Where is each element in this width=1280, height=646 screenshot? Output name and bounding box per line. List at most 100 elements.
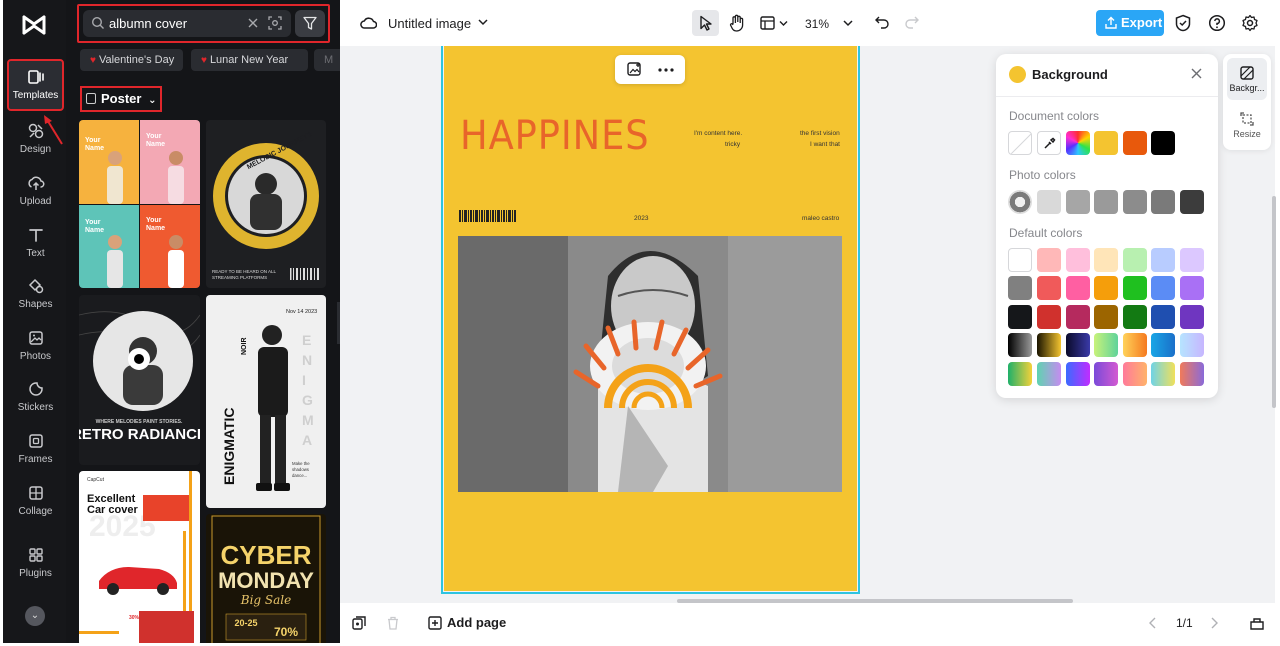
author-text[interactable]: maleo castro — [802, 214, 839, 224]
body-text-4[interactable]: I want that — [810, 140, 840, 150]
swatch-gradient-4[interactable] — [1094, 333, 1118, 357]
chip-more[interactable]: M — [314, 49, 340, 71]
swatch-gradient-7[interactable] — [1180, 333, 1204, 357]
body-text-2[interactable]: tricky — [725, 140, 740, 150]
layout-tool-button[interactable] — [758, 10, 792, 36]
template-thumb-retro-radiance[interactable]: WHERE MELODIES PAINT STORIES. RETRO RADI… — [79, 295, 200, 465]
hand-tool-button[interactable] — [724, 10, 750, 36]
replace-image-icon[interactable] — [627, 62, 642, 77]
swatch-custom-rainbow[interactable] — [1066, 131, 1090, 155]
chevron-down-icon[interactable] — [478, 18, 488, 26]
swatch-default-color[interactable] — [1094, 305, 1118, 329]
swatch-default-color[interactable] — [1008, 276, 1032, 300]
swatch-gradient-1[interactable] — [1008, 333, 1032, 357]
image-search-icon[interactable] — [267, 15, 283, 31]
swatch-default-color[interactable] — [1180, 248, 1204, 272]
swatch-gradient-5[interactable] — [1123, 333, 1147, 357]
swatch-gradient-13[interactable] — [1151, 362, 1175, 386]
settings-gear-icon[interactable] — [1241, 14, 1259, 32]
swatch-default-color[interactable] — [1008, 248, 1032, 272]
body-text-1[interactable]: I'm content here. — [694, 129, 742, 139]
swatch-photo-5[interactable] — [1151, 190, 1175, 214]
more-options-icon[interactable] — [658, 68, 674, 72]
rail-item-upload[interactable]: Upload — [7, 167, 64, 215]
portrait-photo[interactable] — [458, 236, 842, 492]
swatch-gradient-10[interactable] — [1066, 362, 1090, 386]
duplicate-page-icon[interactable] — [352, 616, 366, 630]
rail-item-photos[interactable]: Photos — [7, 322, 64, 370]
cloud-sync-icon[interactable] — [360, 15, 377, 30]
swatch-photo-1[interactable] — [1037, 190, 1061, 214]
swatch-default-color[interactable] — [1180, 305, 1204, 329]
swatch-doc-black[interactable] — [1151, 131, 1175, 155]
filter-button[interactable] — [295, 10, 325, 37]
delete-page-icon[interactable] — [386, 616, 400, 630]
swatch-default-color[interactable] — [1094, 276, 1118, 300]
rail-item-collage[interactable]: Collage — [7, 477, 64, 525]
swatch-default-color[interactable] — [1123, 248, 1147, 272]
template-thumb-melodic-journeys[interactable]: MELODIC JOURNEYS READY TO BE HEARD ON AL… — [206, 120, 326, 288]
swatch-default-color[interactable] — [1008, 305, 1032, 329]
document-title[interactable]: Untitled image — [388, 16, 471, 31]
swatch-gradient-6[interactable] — [1151, 333, 1175, 357]
undo-icon[interactable] — [875, 15, 889, 29]
tab-background[interactable]: Backgr... — [1227, 58, 1267, 100]
swatch-default-color[interactable] — [1151, 305, 1175, 329]
swatch-gradient-8[interactable] — [1008, 362, 1032, 386]
zoom-chevron-icon[interactable] — [843, 19, 853, 27]
swatch-gradient-12[interactable] — [1123, 362, 1147, 386]
rail-item-frames[interactable]: Frames — [7, 425, 64, 473]
swatch-gradient-9[interactable] — [1037, 362, 1061, 386]
search-input[interactable] — [109, 14, 239, 33]
swatch-gradient-3[interactable] — [1066, 333, 1090, 357]
barcode-graphic[interactable] — [459, 210, 517, 222]
help-icon[interactable] — [1208, 14, 1226, 32]
swatch-transparent[interactable] — [1008, 131, 1032, 155]
design-page[interactable]: HAPPINES I'm content here. tricky the fi… — [444, 46, 857, 591]
swatch-default-color[interactable] — [1066, 305, 1090, 329]
tab-resize[interactable]: Resize — [1227, 104, 1267, 146]
swatch-default-color[interactable] — [1037, 305, 1061, 329]
body-text-3[interactable]: the first vision — [800, 129, 840, 139]
vertical-scrollbar[interactable] — [1272, 196, 1276, 408]
swatch-default-color[interactable] — [1123, 305, 1147, 329]
swatch-photo-6[interactable] — [1180, 190, 1204, 214]
swatch-default-color[interactable] — [1066, 248, 1090, 272]
swatch-doc-orange[interactable] — [1123, 131, 1147, 155]
rail-item-text[interactable]: Text — [7, 219, 64, 267]
year-text[interactable]: 2023 — [634, 214, 648, 224]
swatch-default-color[interactable] — [1037, 248, 1061, 272]
export-button[interactable]: Export — [1096, 10, 1164, 36]
prev-page-icon[interactable] — [1146, 616, 1160, 630]
select-tool-button[interactable] — [692, 10, 719, 36]
swatch-photo-4[interactable] — [1123, 190, 1147, 214]
account-menu-button[interactable]: ⌄ — [25, 606, 45, 626]
swatch-default-color[interactable] — [1123, 276, 1147, 300]
swatch-doc-yellow[interactable] — [1094, 131, 1118, 155]
swatch-photo-2[interactable] — [1066, 190, 1090, 214]
swatch-default-color[interactable] — [1066, 276, 1090, 300]
color-picker-button[interactable] — [1037, 131, 1061, 155]
rail-item-stickers[interactable]: Stickers — [7, 373, 64, 421]
rail-item-plugins[interactable]: Plugins — [7, 539, 64, 587]
swatch-default-color[interactable] — [1151, 276, 1175, 300]
chip-valentines[interactable]: ♥ Valentine's Day — [80, 49, 183, 71]
swatch-default-color[interactable] — [1151, 248, 1175, 272]
pages-panel-icon[interactable] — [1250, 616, 1264, 630]
swatch-photo-thumb[interactable] — [1008, 190, 1032, 214]
swatch-photo-3[interactable] — [1094, 190, 1118, 214]
swatch-gradient-14[interactable] — [1180, 362, 1204, 386]
close-icon[interactable] — [1191, 68, 1202, 79]
rail-item-shapes[interactable]: Shapes — [7, 270, 64, 318]
swatch-default-color[interactable] — [1180, 276, 1204, 300]
template-thumb-enigmatic[interactable]: Nov 14 2023 ENIGMATIC NOIR ENIGMA Make t… — [206, 295, 326, 508]
next-page-icon[interactable] — [1207, 616, 1221, 630]
clear-search-icon[interactable] — [247, 17, 259, 29]
rail-item-templates[interactable]: Templates — [7, 59, 64, 111]
swatch-gradient-2[interactable] — [1037, 333, 1061, 357]
category-dropdown[interactable]: Poster ⌄ — [80, 86, 162, 112]
swatch-gradient-11[interactable] — [1094, 362, 1118, 386]
shield-icon[interactable] — [1174, 14, 1192, 32]
template-thumb-your-name[interactable]: Your Name Your Name Your Name Your Name — [79, 120, 200, 288]
template-thumb-car-cover[interactable]: 2025 CapCut Excellent Car cover 30% — [79, 471, 200, 643]
